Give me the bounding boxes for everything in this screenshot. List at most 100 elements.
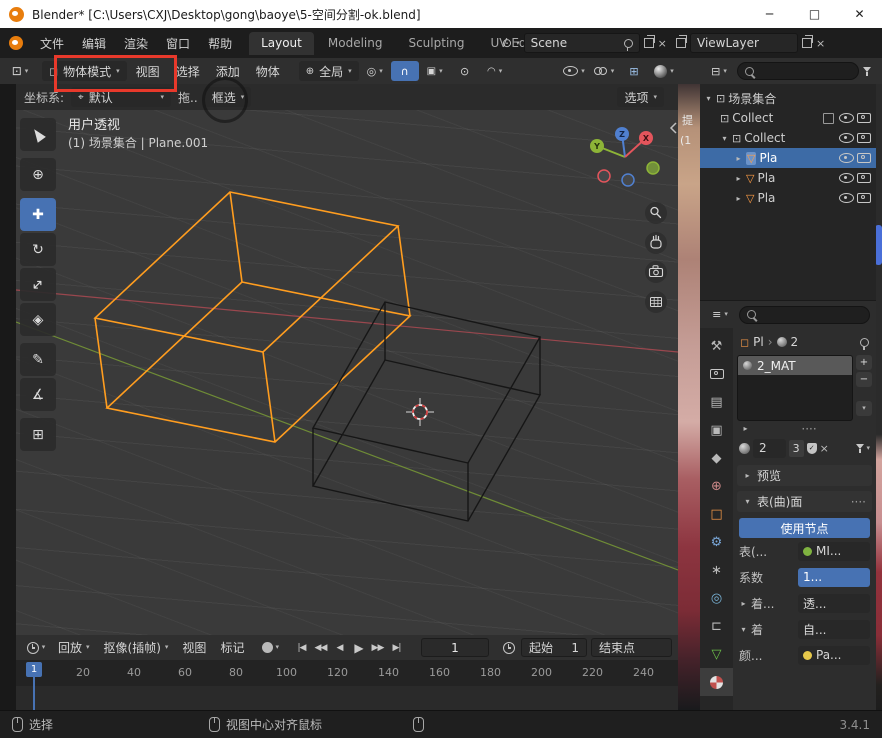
- surface-panel-header[interactable]: ▾ 表(曲)面 ····: [737, 491, 872, 512]
- scene-name-field[interactable]: Scene: [524, 33, 640, 53]
- 3d-viewport[interactable]: Y Z X: [16, 110, 678, 635]
- properties-tab-modifiers[interactable]: ⚙: [700, 528, 733, 556]
- menu-object[interactable]: 物体: [249, 63, 287, 80]
- gizmo-axis-y-neg[interactable]: [647, 162, 659, 174]
- add-slot-button[interactable]: +: [856, 355, 872, 370]
- shader1-dropdown[interactable]: 透...: [798, 594, 870, 613]
- menu-help[interactable]: 帮助: [199, 35, 241, 52]
- navigation-gizmo[interactable]: Y Z X: [590, 127, 659, 186]
- unlink-scene-icon[interactable]: ×: [658, 37, 667, 50]
- gizmo-axis-x-neg[interactable]: [598, 170, 610, 182]
- eye-icon[interactable]: [839, 193, 854, 203]
- link-funnel-icon[interactable]: [856, 444, 864, 453]
- snap-target-dropdown[interactable]: ▣ ▾: [421, 61, 449, 81]
- properties-tab-render[interactable]: [700, 360, 733, 388]
- outliner-row-scene-collection[interactable]: ▾ ⊡ 场景集合: [700, 88, 876, 108]
- clock-icon[interactable]: [503, 642, 515, 654]
- camera-view-button[interactable]: [645, 261, 667, 283]
- disclosure-icon[interactable]: ▾: [720, 134, 729, 143]
- next-keyframe-button[interactable]: ▶▶: [369, 639, 386, 657]
- properties-tab-scene[interactable]: ◆: [700, 444, 733, 472]
- filter-icon[interactable]: [863, 67, 871, 76]
- outliner-row-collection[interactable]: ▾ ⊡ Collect: [700, 128, 876, 148]
- outliner-row-object[interactable]: ▸ ▽ Pla: [700, 188, 876, 208]
- workspace-tab-modeling[interactable]: Modeling: [316, 32, 395, 55]
- properties-tab-object[interactable]: □: [700, 500, 733, 528]
- tool-rotate[interactable]: ↻: [20, 233, 56, 266]
- disclosure-icon[interactable]: ▸: [734, 174, 743, 183]
- caret-icon[interactable]: ▾: [516, 40, 520, 47]
- menu-keying[interactable]: 抠像(插帧)▾: [98, 639, 175, 656]
- fac-slider[interactable]: 1...: [798, 568, 870, 587]
- tool-move[interactable]: ✚: [20, 198, 56, 231]
- menu-view-timeline[interactable]: 视图: [176, 639, 212, 656]
- use-nodes-button[interactable]: 使用节点: [739, 518, 870, 538]
- caret-icon[interactable]: ▾: [275, 644, 279, 651]
- auto-key-record-button[interactable]: [262, 642, 273, 653]
- frame-start-field[interactable]: 起始 1: [521, 638, 587, 657]
- properties-tab-physics[interactable]: ◎: [700, 584, 733, 612]
- disclosure-icon[interactable]: ▾: [704, 94, 713, 103]
- camera-icon[interactable]: [857, 113, 871, 123]
- menu-markers[interactable]: 标记: [214, 639, 250, 656]
- outliner-search-input[interactable]: [737, 62, 859, 80]
- orientation-dropdown[interactable]: ⊕ 全局 ▾: [299, 61, 359, 81]
- disclosure-icon[interactable]: ▾: [739, 625, 748, 634]
- material-icon[interactable]: [739, 443, 750, 454]
- eye-icon[interactable]: [839, 173, 854, 183]
- timeline-editor-type-button[interactable]: ▾: [22, 638, 50, 658]
- close-button[interactable]: ✕: [837, 0, 882, 28]
- outliner-row-object[interactable]: ▸ ▽ Pla: [700, 168, 876, 188]
- properties-tab-particles[interactable]: ∗: [700, 556, 733, 584]
- preview-panel-header[interactable]: ▸ 预览: [737, 465, 872, 486]
- remove-slot-button[interactable]: −: [856, 372, 872, 387]
- xray-toggle[interactable]: ⊞: [620, 61, 648, 81]
- eye-icon[interactable]: [839, 133, 854, 143]
- menu-window[interactable]: 窗口: [157, 35, 199, 52]
- options-dropdown[interactable]: 选项 ▾: [617, 87, 664, 107]
- pin-icon[interactable]: [624, 39, 633, 48]
- pin-icon[interactable]: [860, 338, 869, 347]
- disclosure-icon[interactable]: ▸: [741, 424, 750, 433]
- proportional-toggle[interactable]: ⊙: [451, 61, 479, 81]
- new-scene-icon[interactable]: [644, 38, 654, 48]
- jump-to-end-button[interactable]: ▶|: [388, 639, 405, 657]
- visibility-dropdown[interactable]: ▾: [560, 61, 588, 81]
- workspace-tab-sculpting[interactable]: Sculpting: [396, 32, 476, 55]
- outliner-row-object-active[interactable]: ▸ ▽ Pla: [700, 148, 876, 168]
- menu-render[interactable]: 渲染: [115, 35, 157, 52]
- tool-select-box[interactable]: [20, 118, 56, 151]
- tool-add-cube[interactable]: ⊞: [20, 418, 56, 451]
- eye-icon[interactable]: [839, 113, 854, 123]
- material-name-field[interactable]: 2: [753, 439, 786, 458]
- breadcrumb-material[interactable]: 2: [791, 335, 799, 349]
- current-frame-field[interactable]: 1: [421, 638, 489, 657]
- sidebar-collapse-arrow[interactable]: [671, 123, 676, 133]
- frame-end-field[interactable]: 结束点: [591, 638, 672, 657]
- properties-search-input[interactable]: [739, 306, 870, 324]
- drag-handle-icon[interactable]: ····: [801, 422, 816, 436]
- surface-shader-dropdown[interactable]: MI...: [798, 542, 870, 561]
- drag-handle-icon[interactable]: ····: [851, 495, 866, 509]
- properties-editor-type-button[interactable]: ≡ ▾: [706, 305, 734, 325]
- tool-annotate[interactable]: ✎: [20, 343, 56, 376]
- gizmo-axis-z-neg[interactable]: [622, 174, 634, 186]
- play-reverse-button[interactable]: ◀: [331, 639, 348, 657]
- maximize-button[interactable]: □: [792, 0, 837, 28]
- timeline-ruler[interactable]: 1 20 40 60 80 100 120 140 160 180 200 22…: [16, 660, 678, 686]
- exclude-checkbox[interactable]: [823, 113, 834, 124]
- workspace-tab-layout[interactable]: Layout: [249, 32, 314, 55]
- properties-tab-world[interactable]: ⊕: [700, 472, 733, 500]
- overlays-dropdown[interactable]: ▾: [590, 61, 618, 81]
- editor-type-button[interactable]: ⊡ ▾: [6, 61, 34, 81]
- color-texture-dropdown[interactable]: Pa...: [798, 646, 870, 665]
- prev-keyframe-button[interactable]: ◀◀: [312, 639, 329, 657]
- slot-specials-button[interactable]: ▾: [856, 401, 872, 416]
- scene-browse-icon[interactable]: ⊙: [502, 36, 512, 50]
- users-count-button[interactable]: 3: [789, 440, 804, 457]
- disclosure-icon[interactable]: ▸: [734, 154, 743, 163]
- unlink-viewlayer-icon[interactable]: ×: [816, 37, 825, 50]
- selected-wireframe-box[interactable]: [95, 192, 410, 442]
- tool-measure[interactable]: ∡: [20, 378, 56, 411]
- camera-icon[interactable]: [857, 173, 871, 183]
